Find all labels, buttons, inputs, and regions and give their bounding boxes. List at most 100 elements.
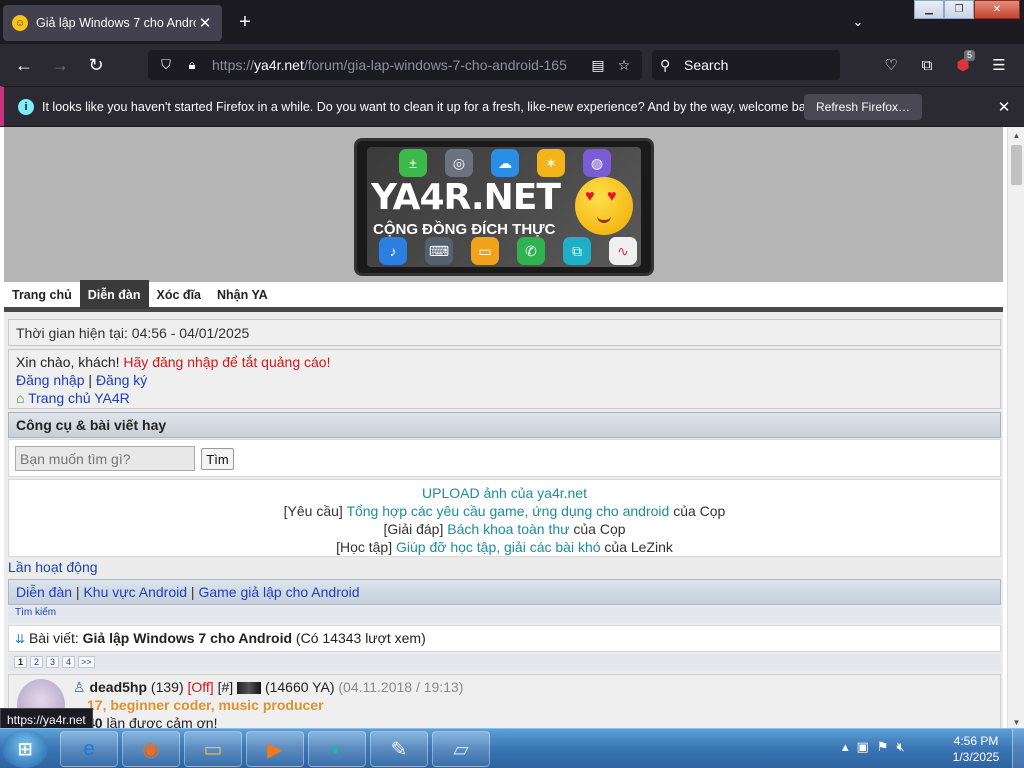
refresh-firefox-button[interactable]: Refresh Firefox… <box>804 94 923 120</box>
site-logo[interactable]: ± ◎ ☁ ✶ ◍ ♪ ⌨ ▭ ✆ ⧉ ∿ YA4R.NET CỘNG ĐỒNG… <box>354 138 654 276</box>
nav-home[interactable]: Trang chủ <box>4 280 80 309</box>
address-bar[interactable]: ⛉ 🔒︎ https://ya4r.net/forum/gia-lap-wind… <box>148 50 642 80</box>
breadcrumb-forum[interactable]: Diễn đàn <box>16 584 72 600</box>
scroll-thumb[interactable] <box>1011 145 1022 185</box>
close-window-icon[interactable]: ✕ <box>974 0 1020 19</box>
forum-search-input[interactable] <box>15 446 195 471</box>
featured-link-study[interactable]: Giúp đỡ học tập, giải các bài khó <box>396 539 601 555</box>
reader-view-icon[interactable]: ▤ <box>588 55 608 75</box>
featured-link-requests[interactable]: Tổng hợp các yêu cầu game, ứng dụng cho … <box>346 503 669 519</box>
music-icon: ♪ <box>379 237 407 265</box>
forum-page: ± ◎ ☁ ✶ ◍ ♪ ⌨ ▭ ✆ ⧉ ∿ YA4R.NET CỘNG ĐỒNG… <box>4 127 1003 730</box>
file-explorer-icon[interactable]: ▭ <box>184 731 242 767</box>
list-all-tabs-icon[interactable]: ⌄ <box>848 12 868 32</box>
activity-link[interactable]: Lần hoạt động <box>8 559 98 575</box>
keyboard-icon: ⌨ <box>425 237 453 265</box>
pocket-icon[interactable]: ♡ <box>880 54 902 76</box>
clock-date: 1/3/2025 <box>952 750 1000 764</box>
screen: ☺ Giả lập Windows 7 cho Android ✕ + ⌄ ▁ … <box>0 0 1024 768</box>
home-ya4r-link[interactable]: Trang chủ YA4R <box>28 390 130 406</box>
login-link[interactable]: Đăng nhập <box>16 372 85 388</box>
volume-muted-icon[interactable]: 🔇︎ <box>896 739 904 755</box>
show-desktop-button[interactable] <box>1012 729 1024 768</box>
page-4[interactable]: 4 <box>62 656 75 668</box>
post-date: (04.11.2018 / 19:13) <box>338 679 464 695</box>
search-icon: ⚲ <box>660 56 671 73</box>
maximize-icon[interactable]: ❐ <box>944 0 974 19</box>
minimize-icon[interactable]: ▁ <box>914 0 944 19</box>
start-button[interactable]: ⊞ <box>2 730 48 768</box>
double-down-arrow-icon[interactable]: ⇊ <box>15 632 25 646</box>
close-notification-icon[interactable]: ✕ <box>994 97 1014 117</box>
windows-taskbar: ⊞ e ◉ ▭ ▶ ◐ ✎ ▱ ▴ ▣ ⚑ 🔇︎ 4:56 PM 1/3/202… <box>0 728 1024 768</box>
page-3[interactable]: 3 <box>46 656 59 668</box>
post-author-link[interactable]: dead5hp <box>89 679 147 695</box>
page-next[interactable]: >> <box>78 656 95 668</box>
current-time-box: Thời gian hiện tại: 04:56 - 04/01/2025 <box>8 319 1001 346</box>
forum-search-button[interactable]: Tìm <box>201 448 234 470</box>
breadcrumb-android[interactable]: Khu vực Android <box>83 584 187 600</box>
featured-author: của Cọp <box>669 503 726 519</box>
page-1[interactable]: 1 <box>14 656 27 668</box>
guest-greeting-box: Xin chào, khách! Hãy đăng nhập để tắt qu… <box>8 349 1001 409</box>
url-text[interactable]: https://ya4r.net/forum/gia-lap-windows-7… <box>212 57 582 73</box>
upload-image-link[interactable]: UPLOAD ảnh của ya4r.net <box>422 485 587 501</box>
breadcrumb-emulator-games[interactable]: Game giả lập cho Android <box>198 584 359 600</box>
media-player-icon[interactable]: ▶ <box>246 731 304 767</box>
browser-tab-active[interactable]: ☺ Giả lập Windows 7 cho Android ✕ <box>3 5 222 41</box>
nav-xoc-dia[interactable]: Xóc đĩa <box>149 280 209 309</box>
site-slogan: CỘNG ĐỒNG ĐÍCH THỰC <box>373 221 556 238</box>
online-status: [Off] <box>187 679 214 695</box>
site-favicon-icon: ☺ <box>12 15 28 31</box>
bookmark-star-icon[interactable]: ☆ <box>614 55 634 75</box>
ya-points: (14660 YA) <box>261 679 339 695</box>
topic-views: (Có 14343 lượt xem) <box>292 630 426 646</box>
search-bar[interactable]: ⚲ Search <box>652 50 840 80</box>
separator: | <box>72 584 84 600</box>
featured-links-box: UPLOAD ảnh của ya4r.net [Yêu cầu] Tổng h… <box>8 479 1001 557</box>
extensions-icon[interactable]: ⧉ <box>916 54 938 76</box>
new-tab-icon[interactable]: + <box>234 11 256 33</box>
scroll-up-icon[interactable]: ▲ <box>1008 127 1024 143</box>
register-link[interactable]: Đăng ký <box>96 372 147 388</box>
calculator-icon: ± <box>399 149 427 177</box>
gallery-icon: ⧉ <box>563 237 591 265</box>
pagination: 1 2 3 4 >> <box>8 654 1001 671</box>
search-topic-link[interactable]: Tìm kiếm <box>15 607 56 618</box>
close-tab-icon[interactable]: ✕ <box>196 14 214 32</box>
reload-icon[interactable]: ↻ <box>84 53 108 77</box>
login-cta-text: Hãy đăng nhập để tắt quảng cáo! <box>123 354 331 370</box>
network-icon[interactable]: ▣ <box>857 739 869 755</box>
paint-icon[interactable]: ✎ <box>370 731 428 767</box>
post-item: ♙ dead5hp (139) [Off] [#] (14660 YA) (04… <box>8 674 1001 730</box>
tracking-shield-icon[interactable]: ⛉ <box>156 55 176 75</box>
phone-icon: ✆ <box>517 237 545 265</box>
post-anchor-link[interactable]: [#] <box>214 679 234 695</box>
back-icon[interactable]: ← <box>12 53 36 77</box>
app-icon[interactable]: ◐ <box>308 731 366 767</box>
menu-hamburger-icon[interactable]: ☰ <box>988 54 1010 76</box>
site-nav-menu: Trang chủ Diễn đàn Xóc đĩa Nhận YA <box>4 280 1003 312</box>
post-count: (139) <box>147 679 188 695</box>
breadcrumb: Diễn đàn | Khu vực Android | Game giả lậ… <box>8 579 1001 605</box>
lock-icon[interactable]: 🔒︎ <box>182 55 202 75</box>
nav-nhan-ya[interactable]: Nhận YA <box>209 280 276 309</box>
page-scrollbar[interactable]: ▲ ▼ <box>1007 127 1024 730</box>
browser-tab-bar: ☺ Giả lập Windows 7 cho Android ✕ + ⌄ ▁ … <box>0 0 1024 44</box>
featured-tag: [Học tập] <box>336 539 396 555</box>
page-2[interactable]: 2 <box>30 656 43 668</box>
featured-author: của Cọp <box>569 521 626 537</box>
window-app-icon[interactable]: ▱ <box>432 731 490 767</box>
nav-forum[interactable]: Diễn đàn <box>79 280 149 309</box>
action-center-flag-icon[interactable]: ⚑ <box>877 739 889 755</box>
show-hidden-icons-icon[interactable]: ▴ <box>842 739 849 755</box>
firefox-icon[interactable]: ◉ <box>122 731 180 767</box>
info-icon: i <box>18 98 34 115</box>
browser-toolbar: ← → ↻ ⛉ 🔒︎ https://ya4r.net/forum/gia-la… <box>0 44 1024 86</box>
topic-title: Giả lập Windows 7 cho Android <box>82 630 293 646</box>
featured-author: của LeZink <box>600 539 673 555</box>
forward-icon[interactable]: → <box>48 53 72 77</box>
featured-link-encyclopedia[interactable]: Bách khoa toàn thư <box>447 521 569 537</box>
internet-explorer-icon[interactable]: e <box>60 731 118 767</box>
taskbar-clock[interactable]: 4:56 PM 1/3/2025 <box>946 733 1006 765</box>
